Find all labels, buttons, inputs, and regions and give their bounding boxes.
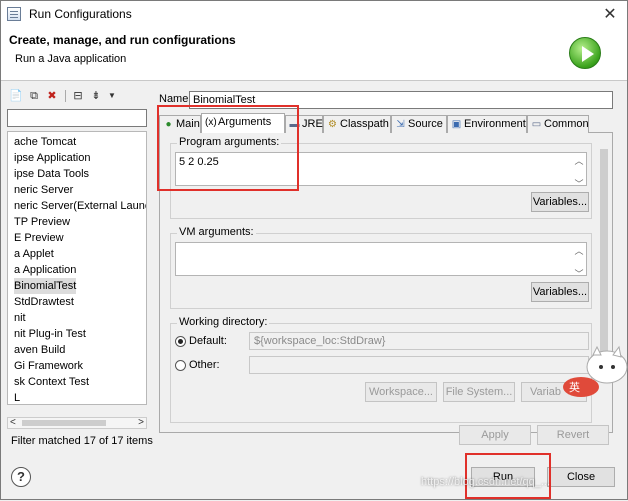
config-toolbar: 📄 ⧉ ✖ ⊟ ⇟ ▼ bbox=[7, 87, 149, 105]
common-tab-icon: ▭ bbox=[531, 119, 542, 130]
apply-button[interactable]: Apply bbox=[459, 425, 531, 445]
filter-status: Filter matched 17 of 17 items bbox=[11, 435, 153, 447]
program-arguments-group: Program arguments: 5 2 0.25 ︿ ﹀ Variables… bbox=[170, 136, 592, 219]
run-configurations-window: Run Configurations ✕ Create, manage, and… bbox=[0, 0, 628, 500]
tree-item[interactable]: ipse Data Tools bbox=[14, 166, 89, 182]
chevron-down-icon[interactable]: ▼ bbox=[105, 89, 119, 103]
tree-item[interactable]: a Applet bbox=[14, 246, 54, 262]
jre-tab-icon: ▬ bbox=[289, 119, 300, 130]
other-radio[interactable] bbox=[175, 360, 186, 371]
filter-icon[interactable]: ⇟ bbox=[89, 89, 103, 103]
tree-item[interactable]: neric Server(External Launch) bbox=[14, 198, 146, 214]
scroll-left-icon[interactable]: < bbox=[10, 417, 16, 428]
default-label: Default: bbox=[189, 335, 227, 347]
help-icon[interactable]: ? bbox=[11, 467, 31, 487]
program-args-scroll[interactable]: ︿ ﹀ bbox=[573, 154, 585, 190]
config-tabs: ● Main (x) Arguments ▬ JRE ⚙ Classpath ⇲… bbox=[159, 113, 613, 134]
arguments-tab-content: Program arguments: 5 2 0.25 ︿ ﹀ Variables… bbox=[159, 133, 613, 433]
tree-item[interactable]: sk Context Test bbox=[14, 374, 89, 390]
sticker-text: 英 bbox=[569, 380, 580, 394]
close-window-icon[interactable]: ✕ bbox=[601, 4, 619, 24]
vm-arguments-field[interactable]: ︿ ﹀ bbox=[175, 242, 587, 279]
program-variables-button[interactable]: Variables... bbox=[531, 192, 589, 212]
tree-item[interactable]: a Application bbox=[14, 262, 76, 278]
cat-sticker-image: 英 bbox=[563, 345, 628, 397]
tree-item[interactable]: StdDrawtest bbox=[14, 294, 74, 310]
tree-item[interactable]: aven Build bbox=[14, 342, 65, 358]
revert-button[interactable]: Revert bbox=[537, 425, 609, 445]
tab-common[interactable]: ▭ Common bbox=[527, 115, 589, 133]
tab-jre[interactable]: ▬ JRE bbox=[285, 115, 323, 133]
tree-item[interactable]: ipse Application bbox=[14, 150, 90, 166]
new-config-icon[interactable]: 📄 bbox=[9, 89, 23, 103]
watermark-text: https://blog.csdn.net/qq_... bbox=[421, 476, 551, 488]
tree-item[interactable]: Gi Framework bbox=[14, 358, 83, 374]
main-tab-icon: ● bbox=[165, 119, 172, 130]
toolbar-divider bbox=[65, 90, 66, 102]
default-directory-field: ${workspace_loc:StdDraw} bbox=[249, 332, 589, 350]
tree-item[interactable]: nit bbox=[14, 310, 26, 326]
tree-item[interactable]: neric Server bbox=[14, 182, 73, 198]
vm-arguments-label: VM arguments: bbox=[177, 226, 256, 238]
vm-variables-button[interactable]: Variables... bbox=[531, 282, 589, 302]
collapse-all-icon[interactable]: ⊟ bbox=[71, 89, 85, 103]
tab-main[interactable]: ● Main bbox=[159, 115, 201, 133]
program-arguments-field[interactable]: 5 2 0.25 ︿ ﹀ bbox=[175, 152, 587, 189]
tab-classpath[interactable]: ⚙ Classpath bbox=[323, 115, 391, 133]
tree-item[interactable]: BinomialTest bbox=[14, 278, 77, 294]
tree-item[interactable]: TP Preview bbox=[14, 214, 70, 230]
tree-item[interactable]: E Preview bbox=[14, 230, 64, 246]
tab-environment[interactable]: ▣ Environment bbox=[447, 115, 527, 133]
dialog-header: Create, manage, and run configurations R… bbox=[1, 27, 627, 81]
title-bar: Run Configurations ✕ bbox=[1, 1, 627, 27]
configuration-editor-panel: Name: BinomialTest ● Main (x) Arguments … bbox=[153, 87, 623, 451]
classpath-tab-icon: ⚙ bbox=[328, 119, 337, 130]
workspace-button[interactable]: Workspace... bbox=[365, 382, 437, 402]
name-label: Name: bbox=[159, 93, 192, 105]
source-tab-icon: ⇲ bbox=[396, 119, 405, 130]
configuration-list-panel: 📄 ⧉ ✖ ⊟ ⇟ ▼ ache Tomcat ipse Application i… bbox=[7, 87, 153, 451]
other-label: Other: bbox=[189, 359, 220, 371]
vm-args-scroll[interactable]: ︿ ﹀ bbox=[573, 244, 585, 280]
close-button[interactable]: Close bbox=[547, 467, 615, 487]
tree-item[interactable]: nit Plug-in Test bbox=[14, 326, 86, 342]
scroll-right-icon[interactable]: > bbox=[138, 417, 144, 428]
tab-source[interactable]: ⇲ Source bbox=[391, 115, 447, 133]
tab-scroll-thumb[interactable] bbox=[600, 149, 608, 359]
environment-tab-icon: ▣ bbox=[451, 119, 462, 130]
arguments-tab-icon: (x) bbox=[205, 117, 217, 128]
file-system-button[interactable]: File System... bbox=[443, 382, 515, 402]
header-subtitle: Run a Java application bbox=[15, 53, 127, 65]
name-field[interactable]: BinomialTest bbox=[189, 91, 613, 109]
duplicate-config-icon[interactable]: ⧉ bbox=[27, 89, 41, 103]
filter-input[interactable] bbox=[7, 109, 147, 127]
window-icon bbox=[7, 7, 21, 21]
delete-config-icon[interactable]: ✖ bbox=[45, 89, 59, 103]
run-banner-icon bbox=[569, 37, 601, 69]
working-directory-label: Working directory: bbox=[177, 316, 270, 328]
tab-arguments[interactable]: (x) Arguments bbox=[201, 113, 285, 134]
header-title: Create, manage, and run configurations bbox=[9, 33, 236, 47]
other-directory-field[interactable] bbox=[249, 356, 589, 374]
tree-item[interactable]: L bbox=[14, 390, 20, 404]
window-title: Run Configurations bbox=[29, 7, 132, 21]
configuration-tree[interactable]: ache Tomcat ipse Application ipse Data Too… bbox=[7, 131, 147, 405]
program-arguments-label: Program arguments: bbox=[177, 136, 282, 148]
tree-horizontal-scrollbar[interactable]: < > bbox=[7, 417, 147, 429]
working-directory-group: Working directory: Default: ${workspace_… bbox=[170, 316, 592, 423]
tree-item[interactable]: ache Tomcat bbox=[14, 134, 76, 150]
default-radio[interactable] bbox=[175, 336, 186, 347]
scroll-thumb[interactable] bbox=[22, 420, 106, 426]
vm-arguments-group: VM arguments: ︿ ﹀ Variables... bbox=[170, 226, 592, 309]
